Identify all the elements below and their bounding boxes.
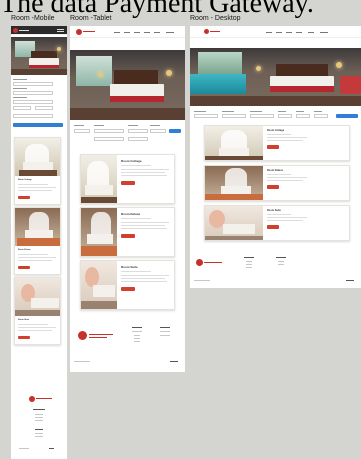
book-now-button[interactable]	[267, 225, 279, 229]
room-name: Room Cottage	[121, 159, 142, 163]
logo-icon[interactable]	[76, 29, 82, 35]
search-button[interactable]	[336, 114, 358, 118]
hero-image	[70, 50, 185, 120]
checkout-field[interactable]	[250, 114, 274, 118]
book-now-button[interactable]	[267, 185, 279, 189]
children-field[interactable]	[35, 106, 53, 110]
room-photo	[15, 208, 60, 246]
mobile-frame: Room Cottage Room Deluxe Room Suite	[11, 26, 67, 459]
room-card: Room Deluxe	[14, 207, 61, 275]
checkin-field[interactable]	[94, 129, 124, 133]
mobile-frame-label: Room -Mobile	[11, 15, 55, 22]
hero-image	[11, 37, 67, 75]
destination-field[interactable]	[194, 114, 218, 118]
desktop-nav	[190, 26, 361, 38]
room-name: Room Cottage	[267, 129, 285, 132]
promo-field[interactable]	[13, 114, 53, 118]
adults-field[interactable]	[296, 114, 310, 118]
book-now-button[interactable]	[18, 266, 30, 269]
book-now-button[interactable]	[18, 336, 30, 339]
room-card: Room Suite	[80, 260, 175, 310]
tablet-frame-label: Room -Tablet	[70, 15, 112, 22]
logo-wordmark	[83, 31, 95, 32]
room-card: Room Deluxe	[204, 165, 350, 201]
logo-wordmark	[19, 30, 29, 31]
desktop-frame-label: Room - Desktop	[190, 15, 241, 22]
children-field[interactable]	[314, 114, 328, 118]
room-photo	[81, 155, 117, 203]
room-name: Room Deluxe	[267, 169, 283, 172]
search-button[interactable]	[169, 129, 181, 133]
tablet-frame: Room Cottage Room Deluxe Room Suite	[70, 26, 185, 372]
footer-logo-icon	[29, 396, 35, 402]
logo-wordmark	[210, 31, 220, 32]
hero-image	[190, 48, 361, 106]
rooms-field[interactable]	[278, 114, 292, 118]
book-now-button[interactable]	[18, 196, 30, 199]
checkin-field[interactable]	[13, 82, 53, 86]
room-card: Room Suite	[14, 277, 61, 345]
book-now-button[interactable]	[121, 181, 135, 185]
footer-logo-icon	[196, 259, 203, 266]
rooms-field[interactable]	[128, 137, 148, 141]
adults-field[interactable]	[13, 106, 31, 110]
checkout-field[interactable]	[94, 137, 124, 141]
footer-logo-icon	[78, 331, 87, 340]
search-button[interactable]	[13, 123, 63, 127]
room-card: Room Cottage	[80, 154, 175, 204]
room-card: Room Cottage	[14, 137, 61, 205]
room-photo	[15, 138, 60, 176]
room-photo	[205, 206, 263, 240]
desktop-frame: Room Cottage Room Deluxe Room Suite	[190, 26, 361, 288]
book-now-button[interactable]	[267, 145, 279, 149]
rooms-field[interactable]	[13, 100, 53, 104]
room-card: Room Suite	[204, 205, 350, 241]
room-photo	[81, 208, 117, 256]
room-card: Room Deluxe	[80, 207, 175, 257]
room-name: Room Cottage	[18, 179, 32, 181]
children-field[interactable]	[150, 129, 166, 133]
room-name: Room Suite	[18, 319, 30, 321]
logo-icon[interactable]	[13, 28, 18, 33]
room-card: Room Cottage	[204, 125, 350, 161]
room-name: Room Deluxe	[18, 249, 31, 251]
book-now-button[interactable]	[121, 287, 135, 291]
room-photo	[205, 166, 263, 200]
tablet-nav	[70, 26, 185, 38]
checkout-field[interactable]	[13, 91, 53, 95]
adults-field[interactable]	[128, 129, 148, 133]
room-name: Room Suite	[267, 209, 281, 212]
checkin-field[interactable]	[222, 114, 246, 118]
room-photo	[81, 261, 117, 309]
room-photo	[205, 126, 263, 160]
mobile-nav	[11, 26, 67, 35]
room-name: Room Deluxe	[121, 212, 141, 216]
room-photo	[15, 278, 60, 316]
destination-field[interactable]	[74, 129, 90, 133]
book-now-button[interactable]	[121, 234, 135, 238]
logo-icon[interactable]	[204, 29, 209, 34]
room-name: Room Suite	[121, 265, 138, 269]
